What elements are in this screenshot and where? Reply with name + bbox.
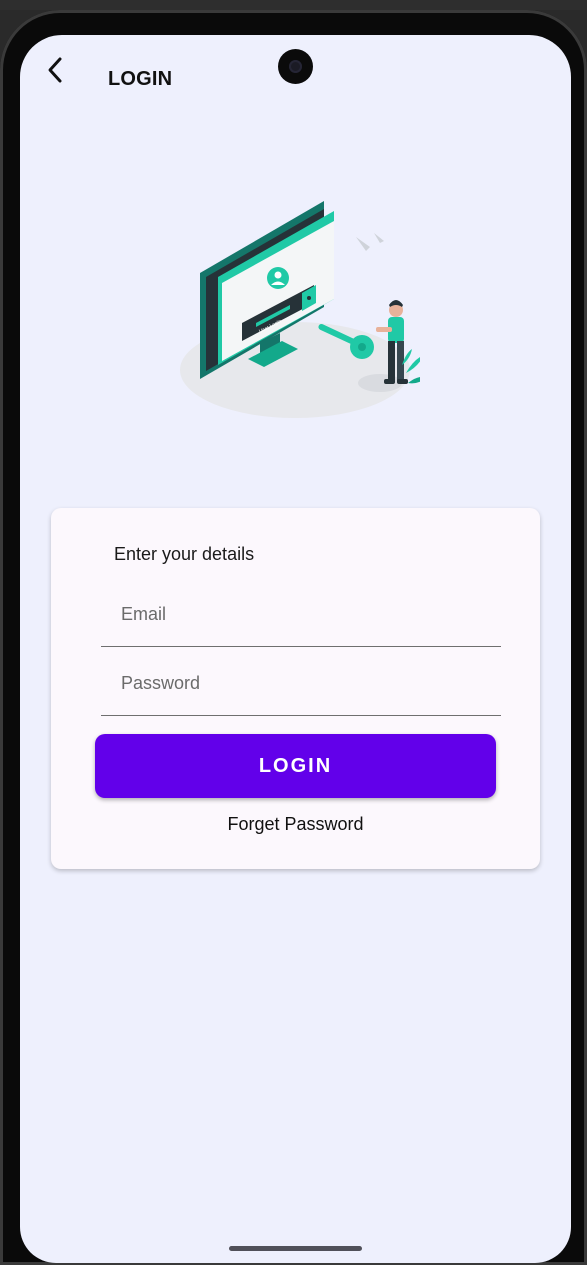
login-button[interactable]: LOGIN: [95, 734, 496, 798]
top-strip: [0, 0, 587, 10]
password-field[interactable]: Password: [101, 655, 501, 716]
forget-password-link[interactable]: Forget Password: [51, 814, 540, 835]
card-heading: Enter your details: [114, 544, 255, 564]
front-camera: [278, 49, 313, 84]
home-indicator[interactable]: [229, 1246, 362, 1251]
app-screen: LOGIN User Login Enter your details Emai…: [20, 35, 571, 1263]
chevron-left-icon: [48, 57, 62, 83]
user-login-illustration: User Login: [180, 201, 420, 418]
password-placeholder: Password: [121, 673, 201, 693]
email-placeholder: Email: [121, 604, 167, 624]
login-card: Enter your details Email Password LOGIN …: [51, 508, 540, 869]
email-field[interactable]: Email: [101, 586, 501, 647]
page-title: LOGIN: [108, 68, 173, 90]
phone-frame: LOGIN User Login Enter your details Emai…: [0, 10, 587, 1265]
back-button[interactable]: [40, 55, 70, 85]
